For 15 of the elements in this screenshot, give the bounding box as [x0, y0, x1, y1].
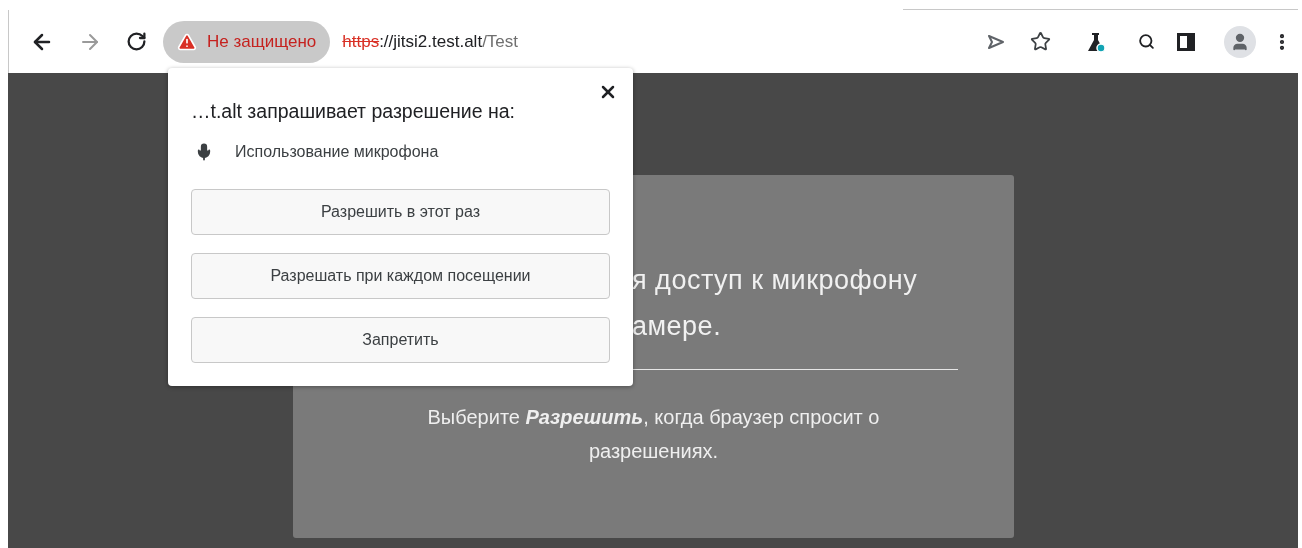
url-scheme: https: [342, 30, 380, 53]
popup-title: …t.alt запрашивает разрешение на:: [191, 99, 516, 124]
microphone-icon: [195, 143, 213, 161]
profile-avatar[interactable]: [1224, 25, 1256, 58]
security-chip[interactable]: Не защищено: [163, 20, 331, 63]
warning-icon: [177, 31, 197, 52]
url-host: ://jitsi2.test.alt: [379, 30, 483, 53]
card-heading: амере.: [632, 310, 723, 343]
card-heading: я доступ к микрофону: [632, 264, 919, 297]
permission-button[interactable]: Разрешать при каждом посещении: [191, 253, 610, 299]
permission-hint: Выберите Разрешить, когда браузер спросит о разрешениях.: [426, 405, 881, 464]
permission-button[interactable]: Разрешить в этот раз: [191, 189, 610, 235]
url-path: /Test: [482, 30, 519, 53]
permission-label: Использование микрофона: [235, 142, 439, 162]
permission-button[interactable]: Запретить: [191, 317, 610, 363]
